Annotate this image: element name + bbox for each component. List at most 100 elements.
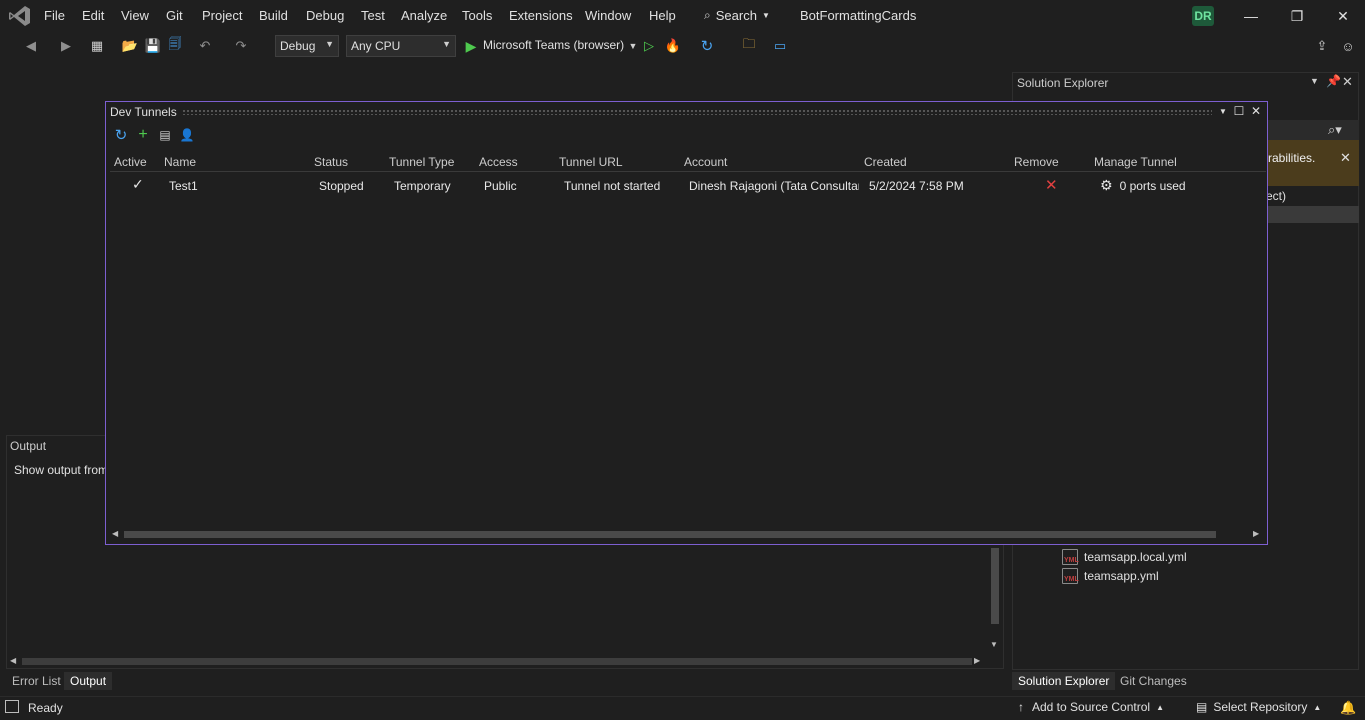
menu-help[interactable]: Help xyxy=(649,8,676,23)
menu-analyze[interactable]: Analyze xyxy=(401,8,447,23)
tunnel-status: Stopped xyxy=(319,179,364,193)
tab-error-list[interactable]: Error List xyxy=(6,672,67,690)
account-icon[interactable]: 👤 xyxy=(178,126,196,144)
scroll-left-arrow-icon[interactable]: ◀ xyxy=(10,656,16,665)
menu-build[interactable]: Build xyxy=(259,8,288,23)
panel-options-icon[interactable]: ▼ xyxy=(1310,76,1319,86)
refresh-icon[interactable]: ↻ xyxy=(698,37,716,55)
menu-tools[interactable]: Tools xyxy=(462,8,492,23)
minimize-button[interactable]: — xyxy=(1239,4,1263,28)
tunnel-name: Test1 xyxy=(169,179,198,193)
solution-search-input[interactable] xyxy=(1266,120,1359,140)
tab-output[interactable]: Output xyxy=(64,672,113,690)
column-tunnel-url[interactable]: Tunnel URL xyxy=(559,155,623,169)
add-tunnel-icon[interactable]: + xyxy=(134,126,152,144)
scroll-right-arrow-icon[interactable]: ▶ xyxy=(1253,529,1259,538)
close-window-button[interactable]: ✕ xyxy=(1331,4,1355,28)
layout-icon[interactable]: ▭ xyxy=(771,37,789,55)
save-all-icon[interactable]: 🗐 xyxy=(166,36,184,55)
column-active[interactable]: Active xyxy=(114,155,147,169)
yml-file-icon: YML xyxy=(1062,549,1079,565)
output-vertical-scroll-thumb[interactable] xyxy=(991,548,999,624)
menu-edit[interactable]: Edit xyxy=(82,8,104,23)
add-to-source-control-button[interactable]: ↑ Add to Source Control ▲ xyxy=(1018,700,1164,714)
tab-git-changes[interactable]: Git Changes xyxy=(1114,672,1193,690)
start-without-debugging-icon[interactable]: ▷ xyxy=(640,37,658,55)
repository-icon: ▤ xyxy=(1196,700,1208,714)
menu-file[interactable]: File xyxy=(44,8,65,23)
pin-icon[interactable]: 📌 xyxy=(1326,74,1341,88)
solution-node-label[interactable]: ect) xyxy=(1266,189,1286,203)
table-row[interactable] xyxy=(110,174,1266,196)
platform-value: Any CPU xyxy=(351,39,401,53)
feedback-icon[interactable]: ☺ xyxy=(1339,37,1357,55)
search-label: Search xyxy=(715,8,757,23)
select-repo-label: Select Repository xyxy=(1213,700,1308,714)
column-created[interactable]: Created xyxy=(864,155,907,169)
tunnel-created: 5/2/2024 7:58 PM xyxy=(869,179,964,193)
window-drag-grip[interactable] xyxy=(182,109,1212,115)
new-project-icon[interactable]: ▦ xyxy=(88,37,106,55)
menu-project[interactable]: Project xyxy=(202,8,242,23)
menu-debug[interactable]: Debug xyxy=(306,8,344,23)
show-output-from-label: Show output from xyxy=(14,463,109,477)
menu-view[interactable]: View xyxy=(121,8,149,23)
menu-window[interactable]: Window xyxy=(585,8,631,23)
start-debugging-icon[interactable]: ▶ xyxy=(462,37,480,55)
search-icon: ⌕▾ xyxy=(1328,122,1342,137)
remove-tunnel-icon[interactable]: ✕ xyxy=(1045,176,1058,194)
column-name[interactable]: Name xyxy=(164,155,196,169)
scroll-right-arrow-icon[interactable]: ▶ xyxy=(974,656,980,665)
column-remove[interactable]: Remove xyxy=(1014,155,1059,169)
dismiss-warning-icon[interactable]: ✕ xyxy=(1340,150,1351,166)
column-tunnel-type[interactable]: Tunnel Type xyxy=(389,155,454,169)
search-button[interactable]: ⌕ Search ▼ xyxy=(704,8,770,23)
maximize-icon[interactable]: ☐ xyxy=(1232,104,1246,118)
column-manage-tunnel[interactable]: Manage Tunnel xyxy=(1094,155,1177,169)
column-account[interactable]: Account xyxy=(684,155,727,169)
close-panel-icon[interactable]: ✕ xyxy=(1342,74,1353,90)
tree-item-teamsapp-local-yml[interactable]: YML teamsapp.local.yml xyxy=(1062,549,1187,565)
open-folder-icon[interactable]: 📂 xyxy=(121,37,139,55)
yml-file-icon: YML xyxy=(1062,568,1079,584)
column-access[interactable]: Access xyxy=(479,155,518,169)
tree-item-teamsapp-yml[interactable]: YML teamsapp.yml xyxy=(1062,568,1159,584)
selected-tree-row[interactable] xyxy=(1266,206,1359,223)
solution-configuration-select[interactable]: Debug ▼ xyxy=(275,35,339,57)
undo-icon[interactable]: ↶ xyxy=(196,37,214,55)
output-horizontal-scroll-thumb[interactable] xyxy=(22,658,972,665)
menu-extensions[interactable]: Extensions xyxy=(509,8,573,23)
tunnel-details-icon[interactable]: ▤ xyxy=(156,126,174,144)
select-repository-button[interactable]: ▤ Select Repository ▲ xyxy=(1196,700,1321,714)
tunnel-url: Tunnel not started xyxy=(564,179,661,193)
menu-test[interactable]: Test xyxy=(361,8,385,23)
run-target-button[interactable]: Microsoft Teams (browser) xyxy=(483,38,624,52)
tab-solution-explorer[interactable]: Solution Explorer xyxy=(1012,672,1116,690)
add-source-label: Add to Source Control xyxy=(1032,700,1151,714)
scroll-left-arrow-icon[interactable]: ◀ xyxy=(112,529,118,538)
dev-tunnels-title: Dev Tunnels xyxy=(110,105,177,119)
refresh-tunnels-icon[interactable]: ↻ xyxy=(112,126,130,144)
scroll-down-arrow-icon[interactable]: ▼ xyxy=(990,640,998,649)
solution-folder-icon[interactable]: 🗀 xyxy=(740,36,758,55)
active-checkmark-icon[interactable]: ✓ xyxy=(132,176,144,193)
avatar[interactable]: DR xyxy=(1192,6,1214,26)
redo-icon[interactable]: ↷ xyxy=(232,37,250,55)
status-ready: Ready xyxy=(28,701,63,715)
chevron-up-icon: ▲ xyxy=(1156,702,1164,712)
hot-reload-icon[interactable]: 🔥 xyxy=(664,37,682,55)
navigate-forward-icon[interactable]: ▶ xyxy=(57,37,75,55)
window-options-icon[interactable]: ▼ xyxy=(1216,104,1230,118)
navigate-back-icon[interactable]: ◀ xyxy=(22,37,40,55)
menu-git[interactable]: Git xyxy=(166,8,183,23)
column-status[interactable]: Status xyxy=(314,155,348,169)
restore-button[interactable]: ❐ xyxy=(1285,4,1309,28)
manage-tunnel-button[interactable]: ⚙ 0 ports used xyxy=(1100,177,1186,194)
tunnel-account: Dinesh Rajagoni (Tata Consultar xyxy=(689,179,859,193)
dialog-horizontal-scroll-thumb[interactable] xyxy=(124,531,1216,538)
save-icon[interactable]: 💾 xyxy=(144,37,162,55)
notifications-bell-icon[interactable]: 🔔 xyxy=(1340,700,1356,716)
solution-platform-select[interactable]: Any CPU ▼ xyxy=(346,35,456,57)
close-dialog-icon[interactable]: ✕ xyxy=(1249,104,1263,118)
live-share-icon[interactable]: ⇪ xyxy=(1313,37,1331,55)
